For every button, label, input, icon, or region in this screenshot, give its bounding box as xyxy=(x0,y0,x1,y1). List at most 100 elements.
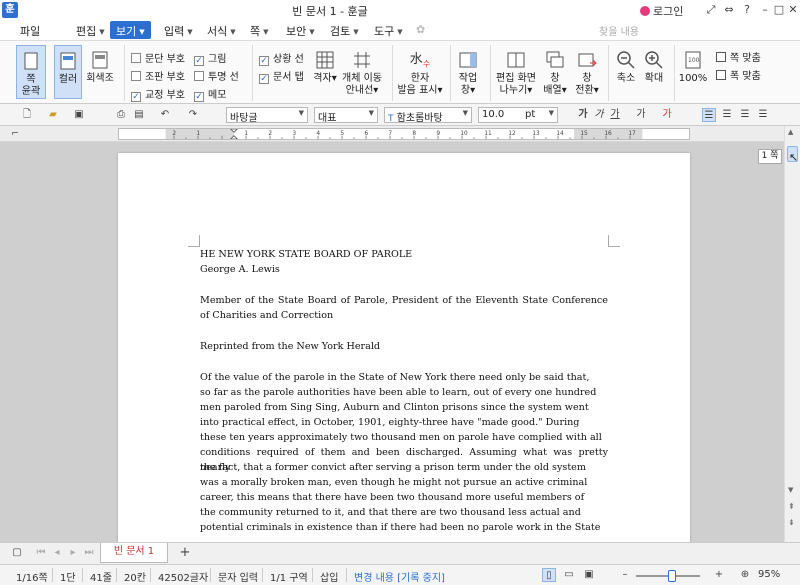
grid-button[interactable]: 격자▾ xyxy=(310,49,340,85)
menu-edit[interactable]: 편집 ▼ xyxy=(76,23,105,39)
checkbox-status-lines[interactable]: ✓ 상황 선 xyxy=(259,50,304,66)
scroll-down-icon[interactable]: ▼ xyxy=(788,486,793,494)
ribbon-divider xyxy=(252,45,253,101)
menu-file[interactable]: 파일 xyxy=(20,23,40,39)
style-select[interactable]: 바탕글 ▼ xyxy=(226,107,308,124)
zoom-menu-icon[interactable]: ⊕ xyxy=(738,568,752,582)
checkbox-layout-marks[interactable]: 조판 부호 xyxy=(131,68,185,83)
print-preview-icon[interactable]: ▤ xyxy=(132,108,146,122)
close-icon[interactable]: ✕ xyxy=(786,3,800,17)
font-color-button[interactable]: 가 xyxy=(660,108,674,122)
underline-button[interactable]: 가 xyxy=(608,108,622,122)
zoom-100-button[interactable]: 100 100% xyxy=(678,49,708,85)
resize-icon[interactable]: ⇔ xyxy=(722,3,736,17)
scroll-up-icon[interactable]: ▲ xyxy=(788,128,793,136)
menu-format[interactable]: 서식 ▼ xyxy=(207,23,236,39)
align-justify-icon[interactable]: ☰ xyxy=(702,108,716,122)
doc-heading: HE NEW YORK STATE BOARD OF PAROLE xyxy=(200,249,413,260)
tab-document-1[interactable]: 빈 문서 1 xyxy=(100,543,168,563)
align-right-icon[interactable]: ☰ xyxy=(756,108,770,122)
grayscale-view-button[interactable]: 회색조 xyxy=(86,49,114,99)
align-left-icon[interactable]: ☰ xyxy=(720,108,734,122)
document-area[interactable]: HE NEW YORK STATE BOARD OF PAROLE George… xyxy=(0,142,784,542)
settings-icon[interactable]: ✿ xyxy=(416,23,425,36)
switch-window-button[interactable]: 창 전환▾ xyxy=(572,49,602,97)
help-icon[interactable]: ? xyxy=(740,3,754,17)
work-window-button[interactable]: 작업 창▾ xyxy=(454,49,482,97)
doc-body-line: so far as the parole authorities have be… xyxy=(200,387,597,398)
fit-width-button[interactable]: 폭 맞춤 xyxy=(716,67,761,82)
fullscreen-icon[interactable]: ⤢ xyxy=(704,3,718,17)
print-icon[interactable]: ⎙ xyxy=(114,108,128,122)
checkbox-paragraph-marks[interactable]: 문단 부호 xyxy=(131,50,185,65)
zoom-increase-icon[interactable]: + xyxy=(712,568,726,582)
prev-page-icon[interactable]: ⇞ xyxy=(788,502,795,511)
search-input[interactable]: 찾을 내용 xyxy=(596,22,792,38)
bold-button[interactable]: 가 xyxy=(576,108,590,122)
window-title: 빈 문서 1 - 훈글 xyxy=(292,5,368,18)
font-size-input[interactable]: 10.0 pt ▼ xyxy=(478,107,558,123)
status-track-changes[interactable]: 변경 내용 [기록 중지] xyxy=(354,569,445,584)
italic-button[interactable]: 가 xyxy=(592,108,606,122)
ribbon-divider xyxy=(674,45,675,101)
status-zoom[interactable]: 95% xyxy=(758,569,780,580)
zoom-decrease-icon[interactable]: – xyxy=(618,568,632,582)
menu-review[interactable]: 검토 ▼ xyxy=(330,23,359,39)
ruler-corner-icon[interactable]: ⌐ xyxy=(8,127,22,141)
zoom-slider-knob[interactable] xyxy=(667,570,676,582)
checkbox-pictures[interactable]: ✓ 그림 xyxy=(194,50,226,66)
next-page-icon[interactable]: ⇟ xyxy=(788,518,795,527)
menu-view[interactable]: 보기 ▼ xyxy=(110,21,151,39)
document-page[interactable]: HE NEW YORK STATE BOARD OF PAROLE George… xyxy=(118,153,690,542)
strikethrough-button[interactable]: 가 xyxy=(634,108,648,122)
font-select[interactable]: T 함초롬바탕 ▼ xyxy=(384,107,472,124)
menu-tools[interactable]: 도구 ▼ xyxy=(374,23,403,39)
color-view-button[interactable]: 컬러 xyxy=(54,45,82,99)
new-document-icon[interactable]: 🗋 xyxy=(20,108,34,122)
status-col: 20칸 xyxy=(124,573,146,584)
hanja-pronunciation-button[interactable]: 水수 한자 발음 표시▾ xyxy=(396,49,444,97)
split-view-button[interactable]: 편집 화면 나누기▾ xyxy=(494,49,538,97)
login-button[interactable]: 로그인 xyxy=(640,3,683,19)
checkbox-proof-marks[interactable]: ✓ 교정 부호 xyxy=(131,86,185,102)
minimize-icon[interactable]: – xyxy=(758,3,772,17)
save-icon[interactable]: ▣ xyxy=(72,108,86,122)
vertical-scrollbar[interactable]: ▲ ▼ ⇞ ⇟ xyxy=(784,126,800,542)
doc-body-line: into practical effect, in October, 1901,… xyxy=(200,417,580,428)
object-move-guide-button[interactable]: 개체 이동 안내선▾ xyxy=(340,49,384,97)
status-page[interactable]: 1/16쪽 xyxy=(16,569,48,584)
menu-security[interactable]: 보안 ▼ xyxy=(286,23,315,39)
next-tab-icon[interactable]: ▸ xyxy=(66,546,80,560)
arrange-windows-button[interactable]: 창 배열▾ xyxy=(540,49,570,97)
full-view-icon[interactable]: ▣ xyxy=(582,568,596,582)
menu-insert[interactable]: 입력 ▼ xyxy=(164,23,193,39)
fit-page-button[interactable]: 쪽 맞춤 xyxy=(716,49,761,64)
doc-body-line: men paroled from Sing Sing, Auburn and C… xyxy=(200,402,589,413)
zoom-in-button[interactable]: 확대 xyxy=(640,49,668,85)
prev-tab-icon[interactable]: ◂ xyxy=(50,546,64,560)
horizontal-ruler[interactable]: 2 1 1 2 3 4 5 6 7 8 9 10 11 12 13 14 15 16 17 xyxy=(118,128,690,140)
maximize-icon[interactable]: □ xyxy=(772,3,786,17)
zoom-slider[interactable] xyxy=(636,570,700,582)
last-tab-icon[interactable]: ⏭ xyxy=(82,546,96,560)
width-view-icon[interactable]: ▭ xyxy=(562,568,576,582)
align-center-icon[interactable]: ☰ xyxy=(738,108,752,122)
open-folder-icon[interactable]: ▰ xyxy=(46,108,60,122)
language-select[interactable]: 대표 ▼ xyxy=(314,107,378,124)
add-tab-button[interactable]: + xyxy=(178,546,192,560)
tab-list-icon[interactable]: ▢ xyxy=(10,546,24,560)
redo-icon[interactable]: ↷ xyxy=(186,108,200,122)
undo-icon[interactable]: ↶ xyxy=(158,108,172,122)
zoom-out-button[interactable]: 축소 xyxy=(612,49,640,85)
outline-view-button[interactable]: 쪽 윤곽 xyxy=(16,45,46,99)
checkbox-memo[interactable]: ✓ 메모 xyxy=(194,86,226,102)
page-corner-mark xyxy=(608,235,620,247)
page-view-icon[interactable]: ▯ xyxy=(542,568,556,582)
doc-author: George A. Lewis xyxy=(200,264,280,275)
menu-page[interactable]: 쪽 ▼ xyxy=(250,23,269,39)
first-tab-icon[interactable]: ⏮ xyxy=(34,546,48,560)
doc-body-line: potential criminals in existence than if… xyxy=(200,522,601,533)
status-insert-mode[interactable]: 삽입 xyxy=(320,569,338,584)
checkbox-doc-tabs[interactable]: ✓ 문서 탭 xyxy=(259,68,304,84)
checkbox-transparent-lines[interactable]: 투명 선 xyxy=(194,68,239,83)
